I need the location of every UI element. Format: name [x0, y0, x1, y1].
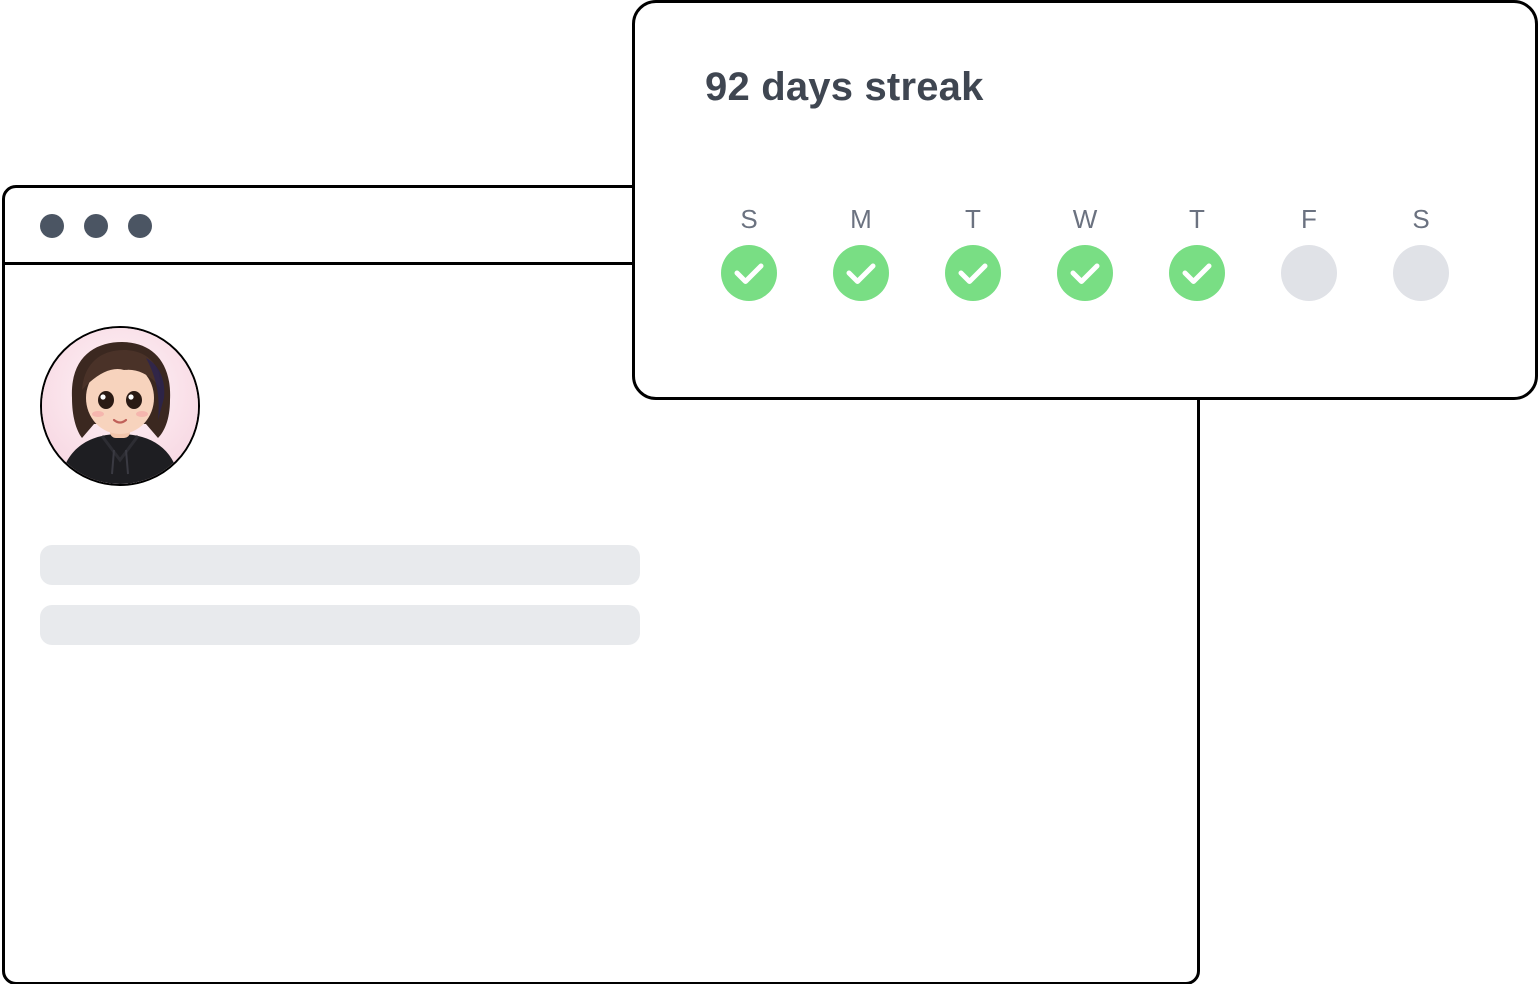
- weekday-wednesday: W: [1055, 203, 1115, 303]
- weekday-thursday: T: [1167, 203, 1227, 303]
- canvas: 92 days streak S M T W T F S: [0, 0, 1538, 984]
- window-control-dot-icon[interactable]: [40, 214, 64, 238]
- weekday-label: M: [850, 204, 872, 234]
- weekday-saturday: S: [1391, 203, 1451, 303]
- check-icon: [1070, 263, 1100, 284]
- check-icon: [958, 263, 988, 284]
- check-icon: [734, 263, 764, 284]
- day-status-circle: [1169, 245, 1225, 301]
- skeleton-text-line: [40, 605, 640, 645]
- weekday-label: W: [1072, 204, 1098, 234]
- weekday-label: F: [1301, 204, 1317, 234]
- weekday-monday: M: [831, 203, 891, 303]
- weekday-label: T: [1189, 204, 1205, 234]
- day-status-circle: [721, 245, 777, 301]
- window-control-dot-icon[interactable]: [84, 214, 108, 238]
- skeleton-text-line: [40, 545, 640, 585]
- weekday-friday: F: [1279, 203, 1339, 303]
- day-status-circle: [945, 245, 1001, 301]
- avatar-illustration-icon: [42, 328, 198, 484]
- day-status-circle: [833, 245, 889, 301]
- check-icon: [1182, 263, 1212, 284]
- avatar[interactable]: [40, 326, 200, 486]
- weekday-label: S: [1412, 204, 1430, 234]
- weekday-label: T: [965, 204, 981, 234]
- streak-card: 92 days streak S M T W T F S: [632, 0, 1538, 400]
- check-icon: [846, 263, 876, 284]
- weekday-label: S: [740, 204, 758, 234]
- weekday-sunday: S: [719, 203, 779, 303]
- window-control-dot-icon[interactable]: [128, 214, 152, 238]
- day-status-circle: [1281, 245, 1337, 301]
- streak-title: 92 days streak: [705, 65, 984, 109]
- weekday-tuesday: T: [943, 203, 1003, 303]
- day-status-circle: [1057, 245, 1113, 301]
- day-status-circle: [1393, 245, 1449, 301]
